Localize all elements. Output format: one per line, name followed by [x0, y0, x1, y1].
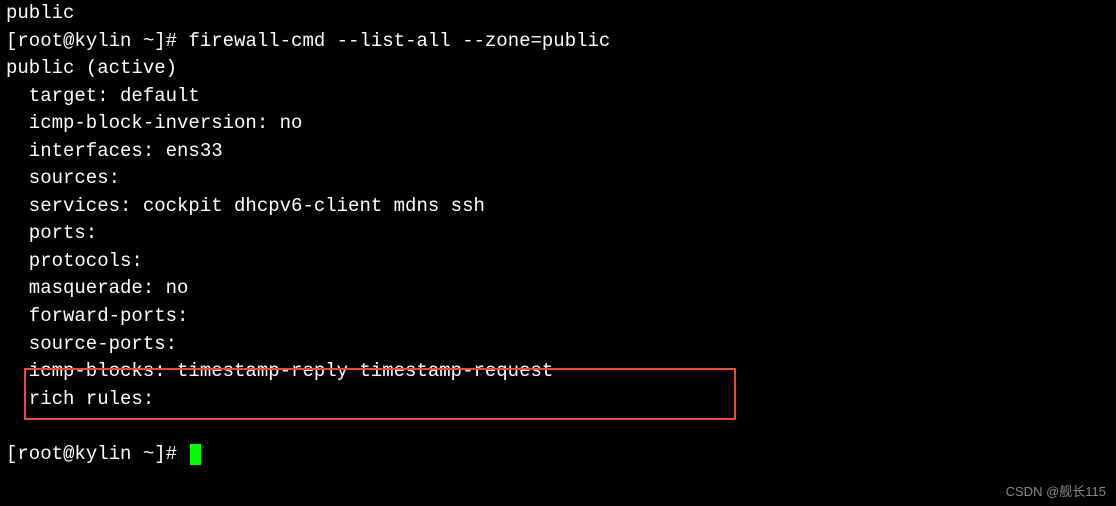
output-icmp-blocks: icmp-blocks: timestamp-reply timestamp-r… — [6, 358, 1110, 386]
output-masquerade: masquerade: no — [6, 275, 1110, 303]
output-source-ports: source-ports: — [6, 331, 1110, 359]
output-target: target: default — [6, 83, 1110, 111]
output-protocols: protocols: — [6, 248, 1110, 276]
output-forward-ports: forward-ports: — [6, 303, 1110, 331]
output-sources: sources: — [6, 165, 1110, 193]
watermark-text: CSDN @舰长115 — [1006, 483, 1106, 502]
output-interfaces: interfaces: ens33 — [6, 138, 1110, 166]
output-ports: ports: — [6, 220, 1110, 248]
prompt-userhost: [root@kylin ~]# — [6, 30, 188, 52]
command-text: firewall-cmd --list-all --zone=public — [188, 30, 610, 52]
blank-line — [6, 413, 1110, 441]
output-services: services: cockpit dhcpv6-client mdns ssh — [6, 193, 1110, 221]
terminal-line-top: public — [6, 0, 1110, 28]
output-rich-rules: rich rules: — [6, 386, 1110, 414]
output-icmp-inversion: icmp-block-inversion: no — [6, 110, 1110, 138]
terminal-prompt-line-2[interactable]: [root@kylin ~]# — [6, 441, 1110, 469]
terminal-prompt-line[interactable]: [root@kylin ~]# firewall-cmd --list-all … — [6, 28, 1110, 56]
cursor-block — [190, 444, 201, 465]
output-zone: public (active) — [6, 55, 1110, 83]
prompt-userhost-2: [root@kylin ~]# — [6, 443, 188, 465]
